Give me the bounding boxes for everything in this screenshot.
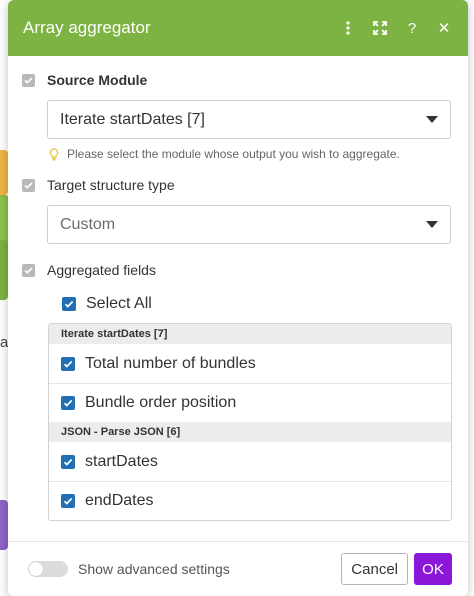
- source-module-label: Source Module: [47, 72, 148, 88]
- canvas-module-fragment: [0, 150, 8, 195]
- dialog-header: Array aggregator ? ✕: [8, 0, 468, 56]
- close-icon[interactable]: ✕: [436, 19, 452, 37]
- canvas-label-fragment: a: [0, 334, 8, 351]
- source-module-section: Source Module: [22, 68, 452, 92]
- field-row-bundle-order[interactable]: Bundle order position: [49, 383, 451, 422]
- caret-down-icon: [426, 221, 438, 228]
- field-checkbox[interactable]: [61, 356, 75, 371]
- field-row-enddates[interactable]: endDates: [49, 481, 451, 520]
- field-label: Bundle order position: [85, 394, 237, 411]
- select-all-checkbox[interactable]: [62, 297, 76, 311]
- expand-icon[interactable]: [372, 19, 388, 37]
- help-icon[interactable]: ?: [404, 19, 420, 37]
- select-all-row[interactable]: Select All: [62, 293, 452, 315]
- canvas-module-fragment: [0, 240, 8, 300]
- toggle-knob: [29, 562, 43, 576]
- select-all-label: Select All: [86, 295, 152, 312]
- header-actions: ? ✕: [340, 19, 452, 37]
- source-module-value: Iterate startDates [7]: [60, 110, 205, 128]
- field-checkbox[interactable]: [61, 494, 75, 508]
- array-aggregator-dialog: Array aggregator ? ✕ Source Module Itera…: [8, 0, 468, 596]
- lightbulb-icon: [49, 147, 59, 161]
- cancel-button[interactable]: Cancel: [341, 553, 408, 585]
- target-structure-label: Target structure type: [47, 177, 175, 193]
- more-vertical-icon[interactable]: [340, 19, 356, 37]
- canvas-module-fragment: [0, 500, 8, 550]
- field-row-total-bundles[interactable]: Total number of bundles: [49, 344, 451, 383]
- dialog-footer: Show advanced settings Cancel OK: [8, 541, 468, 596]
- hint-text: Please select the module whose output yo…: [67, 147, 400, 161]
- source-module-select[interactable]: Iterate startDates [7]: [47, 100, 451, 139]
- collapse-checkbox[interactable]: [22, 73, 35, 87]
- target-structure-select[interactable]: Custom: [47, 205, 451, 244]
- aggregated-fields-label: Aggregated fields: [47, 262, 156, 278]
- field-checkbox[interactable]: [61, 454, 75, 469]
- source-module-hint: Please select the module whose output yo…: [49, 147, 452, 161]
- advanced-settings-label: Show advanced settings: [78, 561, 230, 577]
- dialog-title: Array aggregator: [23, 18, 151, 37]
- field-label: endDates: [85, 492, 154, 509]
- field-group-header: Iterate startDates [7]: [49, 324, 451, 344]
- field-group-header: JSON - Parse JSON [6]: [49, 422, 451, 442]
- field-label: Total number of bundles: [85, 354, 256, 372]
- field-label: startDates: [85, 452, 158, 470]
- aggregated-fields-list: Iterate startDates [7] Total number of b…: [48, 323, 452, 521]
- caret-down-icon: [426, 116, 438, 123]
- collapse-checkbox[interactable]: [22, 263, 35, 277]
- dialog-body: Source Module Iterate startDates [7] Ple…: [8, 56, 468, 521]
- field-row-startdates[interactable]: startDates: [49, 442, 451, 481]
- field-checkbox[interactable]: [61, 396, 75, 410]
- target-structure-section: Target structure type: [22, 173, 452, 197]
- advanced-settings-toggle[interactable]: [28, 561, 68, 577]
- target-structure-value: Custom: [60, 215, 116, 233]
- ok-button[interactable]: OK: [414, 553, 452, 585]
- aggregated-fields-section: Aggregated fields: [22, 258, 452, 282]
- collapse-checkbox[interactable]: [22, 178, 35, 192]
